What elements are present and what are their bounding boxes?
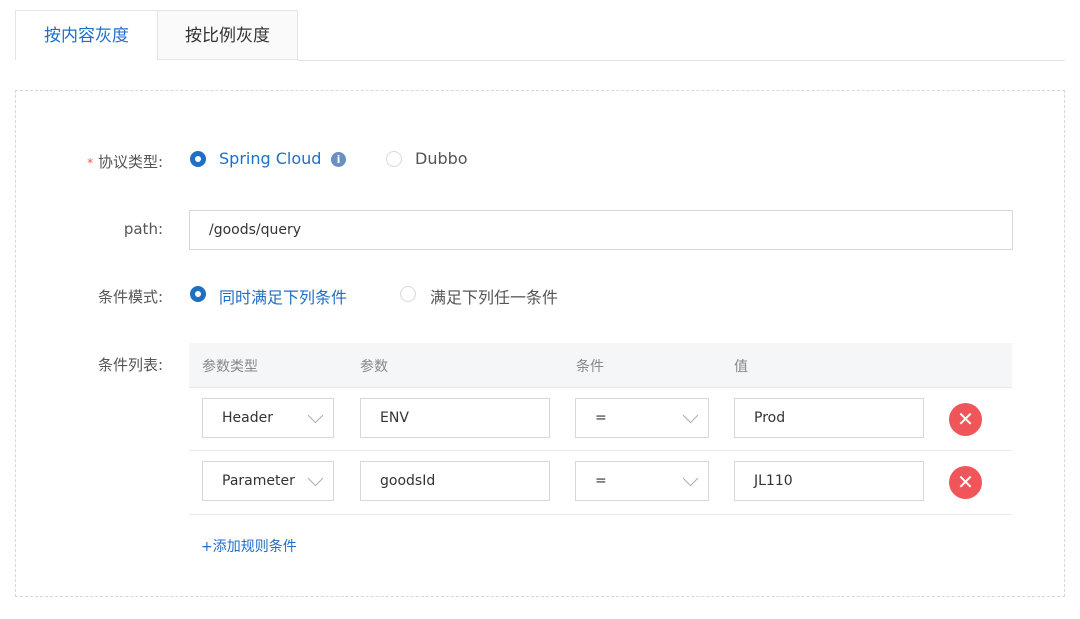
info-icon[interactable]: i [331,152,346,167]
row-divider [189,450,1012,451]
param-type-value: Header [222,410,273,426]
tab-ratio-gray[interactable]: 按比例灰度 [157,10,298,60]
radio-match-all-label[interactable]: 同时满足下列条件 [219,284,347,308]
header-param: 参数 [360,359,388,375]
condition-select[interactable]: = [575,398,709,438]
param-input[interactable]: ENV [360,398,550,438]
radio-match-all[interactable] [190,286,206,302]
header-condition: 条件 [576,359,604,375]
param-input[interactable]: goodsId [360,461,550,501]
row-divider [189,387,1012,388]
condition-value: = [595,473,607,489]
condition-value: = [595,410,607,426]
header-param-type: 参数类型 [202,359,258,375]
chevron-down-icon [682,470,699,487]
chevron-down-icon [682,407,699,424]
tab-divider [298,60,1065,61]
delete-row-icon[interactable]: ✕ [949,403,982,436]
radio-spring-cloud-label[interactable]: Spring Cloud [219,149,321,168]
conditions-label: 条件列表: [97,356,163,374]
chevron-down-icon [307,407,324,424]
condition-select[interactable]: = [575,461,709,501]
radio-dubbo[interactable] [386,151,402,167]
value-input[interactable]: JL110 [734,461,924,501]
value-input[interactable]: Prod [734,398,924,438]
tab-content-gray[interactable]: 按内容灰度 [15,10,158,60]
radio-match-any-label[interactable]: 满足下列任一条件 [430,284,558,308]
protocol-label: * 协议类型: [87,153,163,171]
radio-spring-cloud[interactable] [190,151,206,167]
radio-dubbo-label[interactable]: Dubbo [415,149,468,168]
param-type-value: Parameter [222,473,295,489]
param-type-select[interactable]: Header [202,398,334,438]
header-value: 值 [734,359,748,375]
radio-match-any[interactable] [400,286,416,302]
add-rule-link[interactable]: +添加规则条件 [201,536,297,556]
chevron-down-icon [307,470,324,487]
path-label: path: [123,220,163,238]
delete-row-icon[interactable]: ✕ [949,466,982,499]
row-divider [189,514,1012,515]
path-input[interactable]: /goods/query [189,210,1013,250]
param-type-select[interactable]: Parameter [202,461,334,501]
mode-label: 条件模式: [97,288,163,306]
